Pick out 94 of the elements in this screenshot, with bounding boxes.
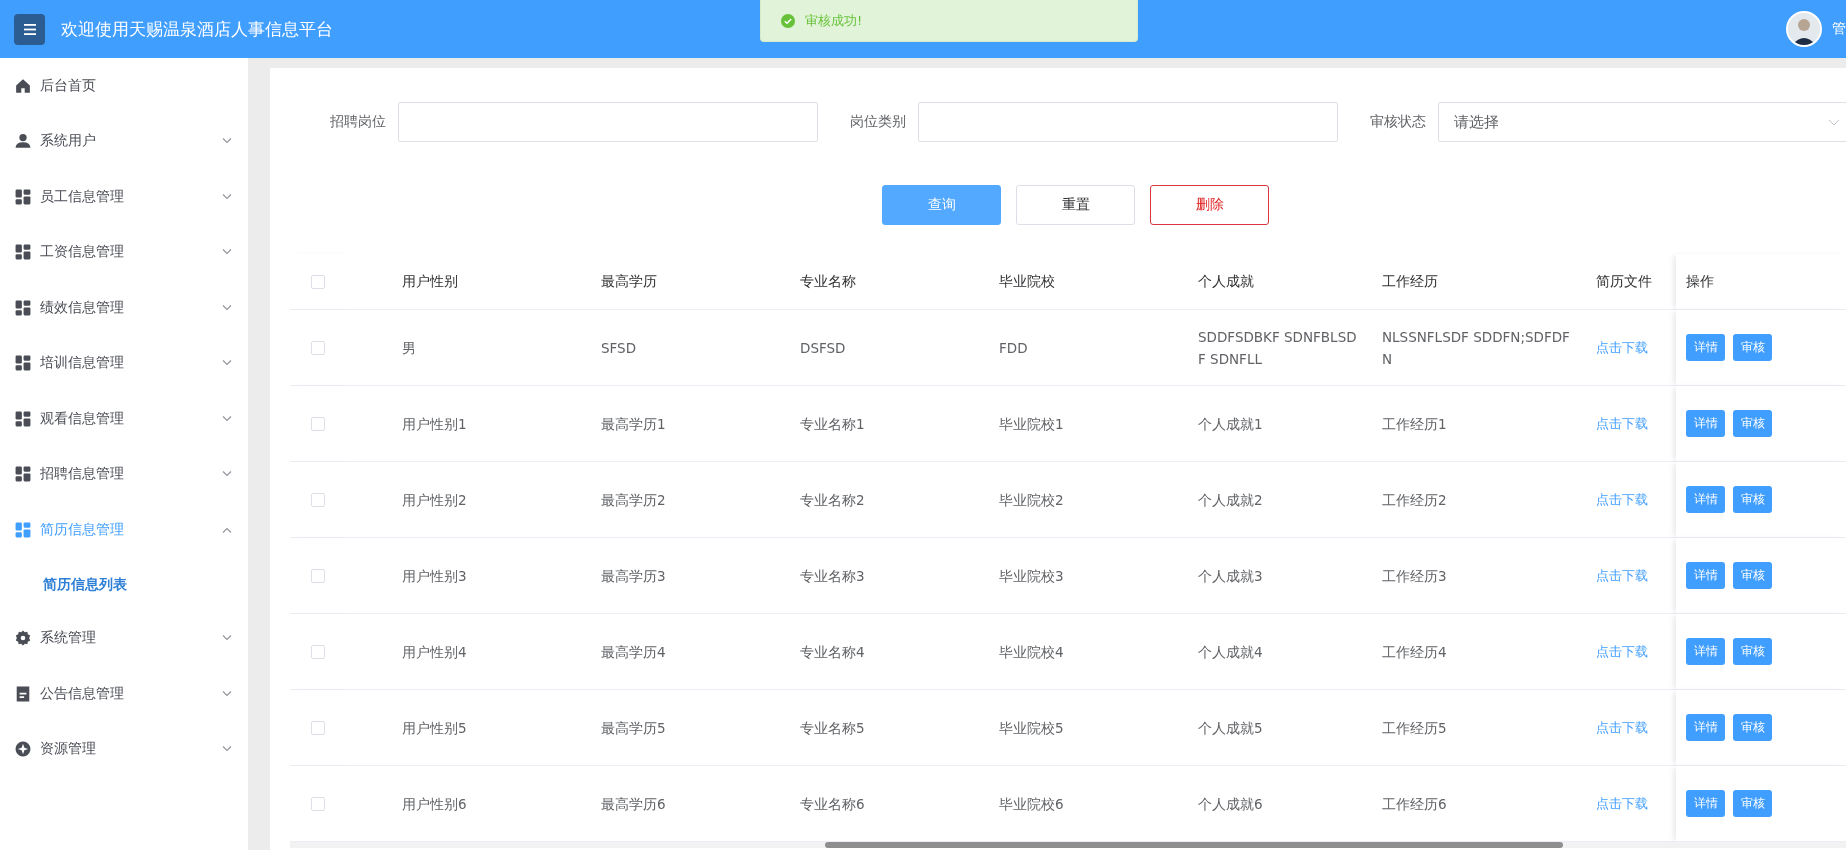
- details-button[interactable]: 详情: [1686, 334, 1725, 361]
- column-header: 操作: [1686, 272, 1714, 291]
- table-cell-text: 男: [402, 338, 417, 358]
- table-cell-text: SDDFSDBKF SDNFBLSDF SDNFLL: [1198, 327, 1358, 369]
- review-button[interactable]: 审核: [1733, 410, 1772, 437]
- table-cell-text: 专业名称3: [800, 566, 866, 586]
- table-cell-text: 毕业院校3: [999, 566, 1065, 586]
- table-cell-text: 工作经历6: [1382, 794, 1448, 814]
- review-button[interactable]: 审核: [1733, 714, 1772, 741]
- table-cell-text: 个人成就3: [1198, 566, 1264, 586]
- table-cell-text: 毕业院校6: [999, 794, 1065, 814]
- filter-label: 审核状态: [1369, 113, 1427, 131]
- table-cell-text: 最高学历5: [601, 718, 667, 738]
- table-cell-text: 最高学历4: [601, 642, 667, 662]
- details-button[interactable]: 详情: [1686, 714, 1725, 741]
- sidebar-item[interactable]: 员工信息管理: [0, 169, 248, 225]
- table-cell-text: 用户性别2: [402, 490, 468, 510]
- download-link[interactable]: 点击下载: [1596, 566, 1648, 585]
- sidebar-item[interactable]: 培训信息管理: [0, 335, 248, 391]
- table-cell-text: 工作经历1: [1382, 414, 1448, 434]
- sidebar-item[interactable]: 简历信息管理: [0, 502, 248, 558]
- column-header: 个人成就: [1198, 272, 1254, 291]
- column-header: 简历文件: [1596, 272, 1652, 291]
- column-header: 用户性别: [402, 272, 458, 291]
- download-link[interactable]: 点击下载: [1596, 642, 1648, 661]
- table-cell-text: 工作经历3: [1382, 566, 1448, 586]
- table-cell-text: 工作经历2: [1382, 490, 1448, 510]
- download-link[interactable]: 点击下载: [1596, 794, 1648, 813]
- table-cell-text: 个人成就5: [1198, 718, 1264, 738]
- table-cell-text: 个人成就1: [1198, 414, 1264, 434]
- table-cell-text: 最高学历6: [601, 794, 667, 814]
- table-cell-text: 最高学历3: [601, 566, 667, 586]
- table-cell-text: 最高学历1: [601, 414, 667, 434]
- sidebar-item[interactable]: 绩效信息管理: [0, 280, 248, 336]
- review-button[interactable]: 审核: [1733, 790, 1772, 817]
- table-cell-text: 用户性别1: [402, 414, 468, 434]
- search-button[interactable]: 查询: [882, 185, 1001, 225]
- table-cell-text: 个人成就4: [1198, 642, 1264, 662]
- table-cell-text: 个人成就6: [1198, 794, 1264, 814]
- download-link[interactable]: 点击下载: [1596, 490, 1648, 509]
- details-button[interactable]: 详情: [1686, 638, 1725, 665]
- table-cell-text: SFSD: [601, 338, 638, 358]
- sidebar-item[interactable]: 观看信息管理: [0, 391, 248, 447]
- sidebar-item[interactable]: 系统管理: [0, 610, 248, 666]
- column-header: 毕业院校: [999, 272, 1055, 291]
- delete-button[interactable]: 删除: [1150, 185, 1269, 225]
- table-cell-text: 专业名称6: [800, 794, 866, 814]
- download-link[interactable]: 点击下载: [1596, 338, 1648, 357]
- review-button[interactable]: 审核: [1733, 334, 1772, 361]
- details-button[interactable]: 详情: [1686, 486, 1725, 513]
- column-header: 最高学历: [601, 272, 657, 291]
- table-cell-text: 毕业院校5: [999, 718, 1065, 738]
- table-cell-text: 个人成就2: [1198, 490, 1264, 510]
- table-cell-text: 毕业院校1: [999, 414, 1065, 434]
- user-name[interactable]: 管: [1832, 20, 1846, 38]
- table-cell-text: 专业名称5: [800, 718, 866, 738]
- sidebar-item[interactable]: 招聘信息管理: [0, 446, 248, 502]
- details-button[interactable]: 详情: [1686, 790, 1725, 817]
- table-cell-text: 专业名称1: [800, 414, 866, 434]
- table-cell-text: 专业名称2: [800, 490, 866, 510]
- app-title: 欢迎使用天赐温泉酒店人事信息平台: [61, 17, 333, 41]
- sidebar-item[interactable]: 系统用户: [0, 113, 248, 169]
- table-cell-text: 用户性别5: [402, 718, 468, 738]
- details-button[interactable]: 详情: [1686, 410, 1725, 437]
- sidebar-item[interactable]: 工资信息管理: [0, 224, 248, 280]
- column-header: 工作经历: [1382, 272, 1438, 291]
- sidebar-item[interactable]: 后台首页: [0, 58, 248, 114]
- table-cell-text: NLSSNFLSDF SDDFN;SDFDFN: [1382, 327, 1571, 369]
- column-header: 专业名称: [800, 272, 856, 291]
- reset-button[interactable]: 重置: [1016, 185, 1135, 225]
- table-cell-text: 毕业院校2: [999, 490, 1065, 510]
- table-cell-text: 用户性别3: [402, 566, 468, 586]
- download-link[interactable]: 点击下载: [1596, 414, 1648, 433]
- table-cell-text: DSFSD: [800, 338, 847, 358]
- review-button[interactable]: 审核: [1733, 638, 1772, 665]
- filter-label: 岗位类别: [849, 113, 907, 131]
- sidebar-subitem[interactable]: 简历信息列表: [0, 557, 248, 611]
- sidebar-item[interactable]: 资源管理: [0, 721, 248, 777]
- review-button[interactable]: 审核: [1733, 562, 1772, 589]
- table-cell-text: FDD: [999, 338, 1029, 358]
- table-cell-text: 最高学历2: [601, 490, 667, 510]
- filter-label: 招聘岗位: [329, 113, 387, 131]
- table-cell-text: 工作经历4: [1382, 642, 1448, 662]
- table-cell-text: 用户性别4: [402, 642, 468, 662]
- toast-message: 审核成功!: [805, 11, 863, 30]
- status-select[interactable]: 请选择: [1438, 102, 1846, 142]
- review-button[interactable]: 审核: [1733, 486, 1772, 513]
- table-cell-text: 毕业院校4: [999, 642, 1065, 662]
- table-cell-text: 工作经历5: [1382, 718, 1448, 738]
- details-button[interactable]: 详情: [1686, 562, 1725, 589]
- sidebar-item[interactable]: 公告信息管理: [0, 666, 248, 722]
- table-cell-text: 用户性别6: [402, 794, 468, 814]
- table-cell-text: 专业名称4: [800, 642, 866, 662]
- download-link[interactable]: 点击下载: [1596, 718, 1648, 737]
